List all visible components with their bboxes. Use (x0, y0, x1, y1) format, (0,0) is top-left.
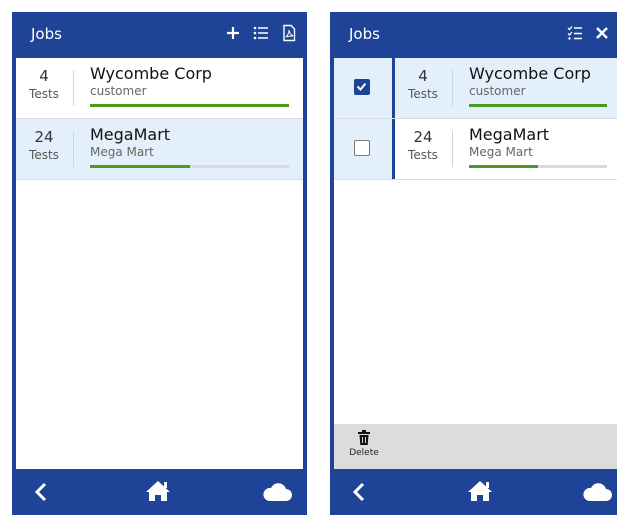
list-item[interactable]: 24 Tests MegaMart Mega Mart (16, 119, 303, 180)
home-icon[interactable] (145, 480, 171, 506)
jobs-list: 4 Tests Wycombe Corp customer 24 Tests M… (334, 58, 617, 469)
page-title: Jobs (31, 25, 62, 43)
job-customer: customer (469, 84, 526, 98)
selection-action-bar: Delete (334, 424, 617, 469)
test-count: 24 Tests (408, 128, 438, 162)
jobs-list: 4 Tests Wycombe Corp customer 24 Tests M… (16, 58, 303, 469)
page-title: Jobs (349, 25, 380, 43)
list-item[interactable]: 4 Tests Wycombe Corp customer (334, 58, 617, 119)
job-name: MegaMart (469, 125, 550, 144)
job-name: MegaMart (90, 125, 171, 144)
job-customer: Mega Mart (469, 145, 533, 159)
job-name: Wycombe Corp (90, 64, 212, 83)
job-customer: customer (90, 84, 147, 98)
job-customer: Mega Mart (90, 145, 154, 159)
test-count: 4 Tests (408, 67, 438, 101)
delete-button[interactable]: Delete (346, 430, 382, 458)
bottom-nav (330, 469, 617, 515)
bottom-nav (12, 469, 307, 515)
close-icon[interactable] (595, 24, 611, 42)
divider (452, 131, 453, 167)
plus-icon[interactable] (225, 24, 241, 42)
jobs-screen-left: Jobs 4 Tests Wycombe Corp customer 24 Te… (12, 12, 307, 515)
test-count: 4 Tests (29, 67, 59, 101)
checkbox-cell (334, 58, 395, 118)
trash-icon (346, 430, 382, 446)
progress-bar (90, 165, 289, 168)
back-icon[interactable] (352, 482, 366, 506)
divider (452, 70, 453, 106)
list-icon[interactable] (253, 24, 269, 42)
cloud-icon[interactable] (262, 482, 292, 506)
list-item[interactable]: 24 Tests MegaMart Mega Mart (334, 119, 617, 180)
progress-bar (90, 104, 289, 107)
row-checkbox[interactable] (354, 79, 370, 95)
top-app-bar: Jobs (12, 12, 307, 58)
divider (73, 70, 74, 106)
divider (73, 131, 74, 167)
progress-bar (469, 104, 607, 107)
jobs-screen-right: Jobs 4 Tests Wycombe Corp customer 24 Te… (330, 12, 617, 515)
row-checkbox[interactable] (354, 140, 370, 156)
checkbox-cell (334, 119, 395, 179)
back-icon[interactable] (34, 482, 48, 506)
progress-bar (469, 165, 607, 168)
top-app-bar: Jobs (330, 12, 617, 58)
checklist-icon[interactable] (567, 24, 583, 42)
delete-label: Delete (349, 448, 379, 458)
job-name: Wycombe Corp (469, 64, 591, 83)
pdf-icon[interactable] (281, 24, 297, 42)
cloud-icon[interactable] (582, 482, 612, 506)
home-icon[interactable] (467, 480, 493, 506)
test-count: 24 Tests (29, 128, 59, 162)
list-item[interactable]: 4 Tests Wycombe Corp customer (16, 58, 303, 119)
